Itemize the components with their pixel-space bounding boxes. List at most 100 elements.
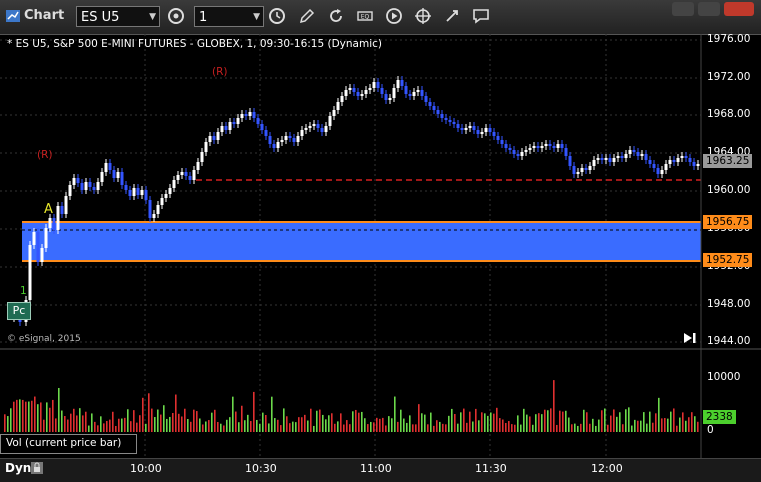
volume-bar xyxy=(466,422,468,432)
pc-badge[interactable]: Pc xyxy=(7,302,31,320)
volume-bar xyxy=(334,423,336,432)
candle xyxy=(432,106,436,110)
candle xyxy=(352,88,356,92)
volume-bar xyxy=(394,396,396,432)
maximize-button[interactable] xyxy=(698,2,720,16)
volume-bar xyxy=(55,418,57,432)
volume-bar xyxy=(382,417,384,432)
volume-bar xyxy=(175,394,177,432)
volume-bar xyxy=(553,380,555,432)
candle xyxy=(552,146,556,148)
clock-icon[interactable] xyxy=(268,7,286,25)
drawing-tool-icon[interactable] xyxy=(443,7,461,25)
pencil-icon[interactable] xyxy=(298,7,316,25)
candle xyxy=(140,190,144,195)
candle xyxy=(88,182,92,187)
candle xyxy=(532,146,536,148)
close-button[interactable] xyxy=(724,2,754,16)
chevron-down-icon[interactable]: ▼ xyxy=(253,7,260,28)
volume-bar xyxy=(304,414,306,432)
volume-bar xyxy=(436,420,438,432)
volume-bar xyxy=(496,407,498,432)
candle xyxy=(332,110,336,116)
candle xyxy=(192,170,196,180)
candle xyxy=(240,114,244,118)
candle xyxy=(304,128,308,130)
candle xyxy=(524,150,528,152)
lock-icon[interactable] xyxy=(30,461,44,475)
volume-bar xyxy=(91,413,93,432)
price-chart[interactable] xyxy=(0,34,761,481)
volume-bar xyxy=(637,420,639,432)
candle xyxy=(616,156,620,158)
volume-bar xyxy=(88,425,90,432)
volume-bar xyxy=(319,409,321,432)
time-tick: 10:00 xyxy=(130,462,162,475)
volume-bar xyxy=(415,424,417,432)
scroll-to-end-icon[interactable] xyxy=(682,332,698,344)
volume-bar xyxy=(361,411,363,432)
volume-bar xyxy=(238,422,240,432)
volume-bar xyxy=(184,408,186,432)
candle xyxy=(176,175,180,180)
candle xyxy=(292,138,296,142)
chevron-down-icon[interactable]: ▼ xyxy=(149,7,156,28)
dyn-button[interactable]: Dyn xyxy=(5,461,31,475)
volume-bar xyxy=(151,408,153,432)
candle xyxy=(580,168,584,172)
candle xyxy=(660,170,664,174)
r-marker: (R) xyxy=(37,149,53,161)
volume-bar xyxy=(241,405,243,432)
crosshair-icon[interactable] xyxy=(414,7,432,25)
volume-bar xyxy=(373,422,375,432)
candle xyxy=(172,180,176,188)
interval-input[interactable]: 1 ▼ xyxy=(194,6,264,27)
candle xyxy=(428,102,432,106)
volume-bar xyxy=(421,413,423,432)
volume-bar xyxy=(619,412,621,432)
candle xyxy=(272,144,276,148)
price-tick: 1976.00 xyxy=(707,33,751,45)
volume-bar xyxy=(658,397,660,432)
volume-bar xyxy=(559,410,561,432)
candle xyxy=(268,136,272,144)
candle xyxy=(656,168,660,174)
volume-bar xyxy=(505,423,507,432)
volume-bar xyxy=(136,422,138,432)
symbol-input[interactable]: ES U5 ▼ xyxy=(76,6,160,27)
volume-bar xyxy=(79,408,81,432)
volume-bar xyxy=(493,413,495,432)
volume-bar xyxy=(295,422,297,432)
volume-bar xyxy=(670,411,672,432)
candle xyxy=(528,148,532,150)
volume-bar xyxy=(478,420,480,432)
last-volume-tag: 2338 xyxy=(703,410,736,424)
candle xyxy=(96,182,100,190)
volume-bar xyxy=(148,393,150,432)
candle xyxy=(696,164,700,166)
minimize-button[interactable] xyxy=(672,2,694,16)
comment-icon[interactable] xyxy=(472,7,490,25)
refresh-icon[interactable] xyxy=(327,7,345,25)
candle xyxy=(404,86,408,94)
candle xyxy=(688,158,692,162)
volume-bar xyxy=(664,417,666,432)
volume-bar xyxy=(73,408,75,432)
volume-bar xyxy=(271,396,273,432)
properties-icon[interactable]: EQ xyxy=(356,7,374,25)
candle xyxy=(440,114,444,118)
volume-bar xyxy=(49,407,51,432)
candle xyxy=(68,185,72,196)
volume-bar xyxy=(121,418,123,432)
candle xyxy=(576,172,580,174)
play-icon[interactable] xyxy=(385,7,403,25)
candle xyxy=(636,152,640,156)
link-icon[interactable] xyxy=(167,7,185,25)
volume-bar xyxy=(535,414,537,432)
volume-bar xyxy=(13,401,15,432)
volume-bar xyxy=(109,419,111,432)
candle xyxy=(164,194,168,198)
volume-bar xyxy=(442,423,444,432)
candle xyxy=(592,160,596,166)
volume-bar xyxy=(556,424,558,432)
